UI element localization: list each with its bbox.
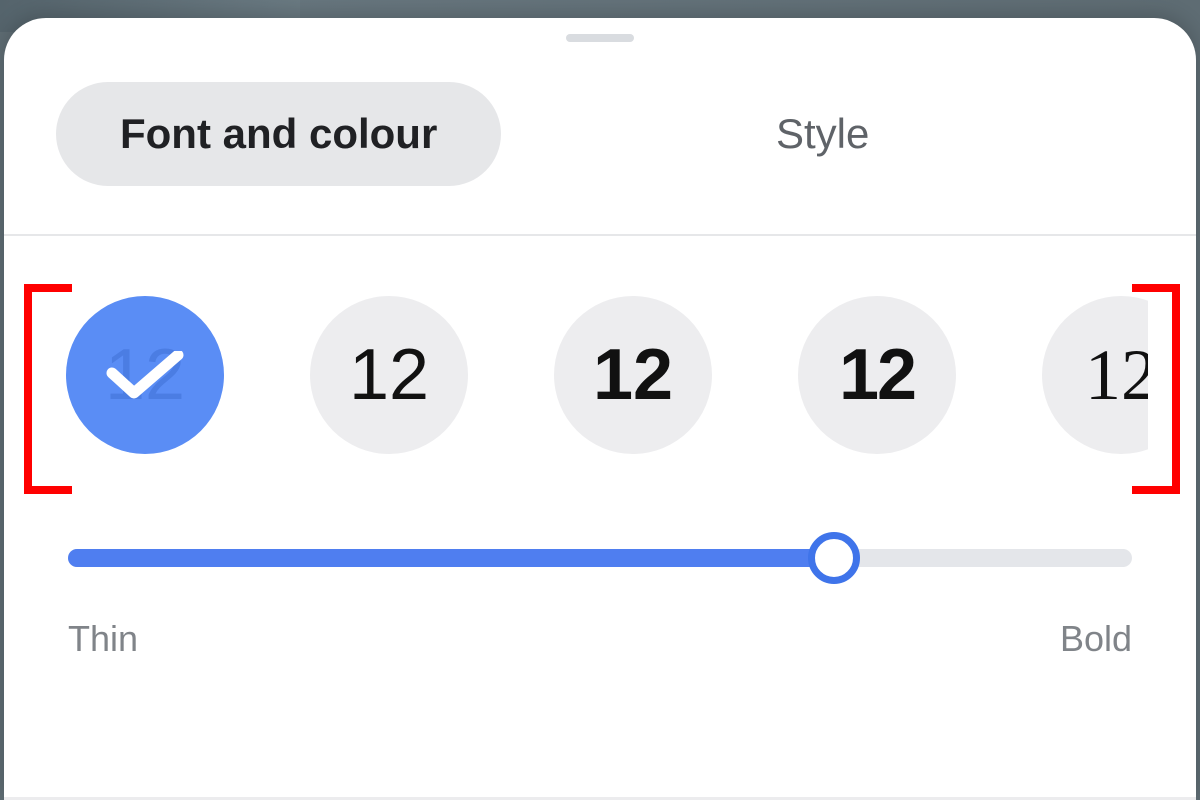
slider-thumb[interactable] [808, 532, 860, 584]
tab-style[interactable]: Style [501, 82, 1144, 186]
slider-labels: Thin Bold [68, 618, 1132, 660]
font-option-3[interactable]: 12 [798, 296, 956, 454]
font-option-1[interactable]: 12 [310, 296, 468, 454]
tab-font-and-colour[interactable]: Font and colour [56, 82, 501, 186]
tab-label: Font and colour [120, 110, 437, 157]
weight-slider[interactable] [68, 534, 1132, 582]
checkmark-icon [106, 351, 184, 399]
font-options-row[interactable]: 12 12 12 12 12 [52, 296, 1148, 454]
font-sample-label: 12 [839, 339, 915, 411]
slider-min-label: Thin [68, 618, 138, 660]
slider-track-fill [68, 549, 834, 567]
font-sample-label: 12 [1085, 339, 1148, 411]
font-options-section: 12 12 12 12 12 [4, 236, 1196, 504]
tab-bar: Font and colour Style [4, 42, 1196, 234]
bottom-sheet: Font and colour Style 12 12 12 12 [4, 18, 1196, 800]
font-option-2[interactable]: 12 [554, 296, 712, 454]
font-sample-label: 12 [349, 339, 429, 411]
font-sample-label: 12 [593, 339, 673, 411]
tab-label: Style [776, 110, 869, 157]
weight-slider-section: Thin Bold [4, 504, 1196, 660]
slider-max-label: Bold [1060, 618, 1132, 660]
highlight-bracket-left [24, 284, 72, 494]
font-option-4[interactable]: 12 [1042, 296, 1148, 454]
sheet-grabber[interactable] [566, 34, 634, 42]
font-option-0[interactable]: 12 [66, 296, 224, 454]
